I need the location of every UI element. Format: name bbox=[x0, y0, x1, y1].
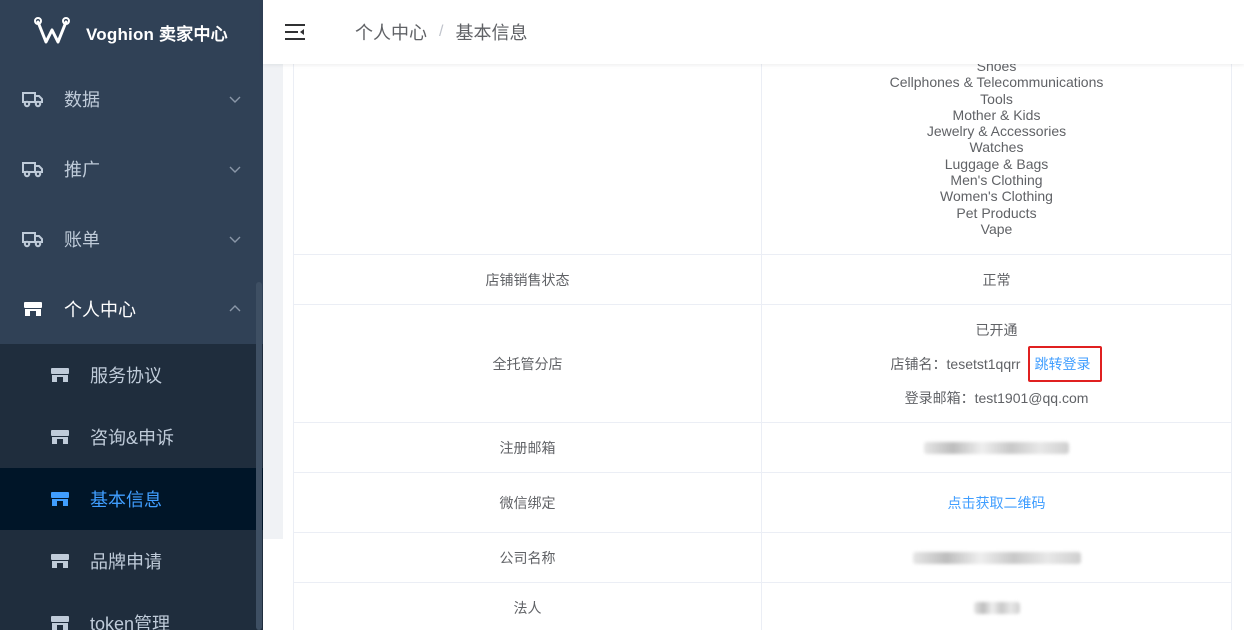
row-value: 点击获取二维码 bbox=[762, 473, 1231, 532]
store-icon bbox=[50, 490, 70, 508]
menu-item-billing[interactable]: 账单 bbox=[0, 204, 263, 274]
basic-info-table: Shoes Cellphones & Telecommunications To… bbox=[293, 64, 1232, 630]
get-qrcode-link[interactable]: 点击获取二维码 bbox=[948, 493, 1046, 513]
row-label bbox=[294, 64, 762, 254]
menu-fold-icon[interactable] bbox=[285, 23, 305, 41]
store-name-label: 店铺名： bbox=[890, 355, 947, 372]
store-name: tesetst1qqrr bbox=[946, 355, 1021, 372]
category-item: Women's Clothing bbox=[940, 188, 1053, 205]
store-name-line: 店铺名： tesetst1qqrr 跳转登录 bbox=[890, 345, 1103, 382]
table-row: 公司名称 bbox=[294, 533, 1231, 583]
table-row: Shoes Cellphones & Telecommunications To… bbox=[294, 64, 1231, 255]
store-icon bbox=[50, 428, 70, 446]
row-value bbox=[762, 583, 1231, 630]
login-email-line: 登录邮箱： test1901@qq.com bbox=[905, 388, 1089, 408]
sidebar-item-label: 服务协议 bbox=[90, 366, 162, 386]
redacted-value bbox=[973, 601, 1020, 614]
category-list: Shoes Cellphones & Telecommunications To… bbox=[890, 64, 1104, 237]
redacted-value bbox=[924, 441, 1069, 454]
row-label: 店铺销售状态 bbox=[294, 255, 762, 304]
content-gutter bbox=[263, 64, 283, 539]
chevron-down-icon bbox=[229, 236, 241, 243]
chevron-down-icon bbox=[229, 96, 241, 103]
row-label: 全托管分店 bbox=[294, 305, 762, 422]
store-icon bbox=[22, 300, 44, 318]
category-item: Shoes bbox=[976, 64, 1017, 74]
truck-icon bbox=[22, 230, 44, 248]
sidebar-item-basic-info[interactable]: 基本信息 bbox=[0, 468, 263, 530]
main-content: Shoes Cellphones & Telecommunications To… bbox=[263, 64, 1244, 630]
category-item: Vape bbox=[980, 220, 1013, 237]
jump-login-link[interactable]: 跳转登录 bbox=[1028, 345, 1103, 382]
chevron-up-icon bbox=[229, 305, 241, 312]
menu-item-label: 推广 bbox=[64, 160, 100, 180]
logo-text: Voghion 卖家中心 bbox=[86, 24, 228, 44]
voghion-logo-icon bbox=[34, 17, 70, 44]
table-row: 注册邮箱 bbox=[294, 423, 1231, 473]
row-label: 公司名称 bbox=[294, 533, 762, 582]
chevron-down-icon bbox=[229, 166, 241, 173]
table-row: 法人 bbox=[294, 583, 1231, 630]
row-label: 微信绑定 bbox=[294, 473, 762, 532]
sidebar-item-label: 品牌申请 bbox=[90, 552, 162, 572]
row-value bbox=[762, 423, 1231, 472]
table-row: 店铺销售状态 正常 bbox=[294, 255, 1231, 305]
logo[interactable]: Voghion 卖家中心 bbox=[0, 0, 263, 64]
row-value bbox=[762, 533, 1231, 582]
menu-item-data[interactable]: 数据 bbox=[0, 64, 263, 134]
sidebar-item-token-management[interactable]: token管理 bbox=[0, 592, 263, 630]
store-icon bbox=[50, 552, 70, 570]
breadcrumb-separator: / bbox=[439, 23, 444, 40]
breadcrumb-item[interactable]: 个人中心 bbox=[355, 19, 427, 45]
category-item: Luggage & Bags bbox=[944, 155, 1049, 172]
table-row: 微信绑定 点击获取二维码 bbox=[294, 473, 1231, 533]
menu-item-label: 数据 bbox=[64, 90, 100, 110]
menu-item-label: 账单 bbox=[64, 230, 100, 250]
row-value: 正常 bbox=[982, 271, 1011, 288]
table-row: 全托管分店 已开通 店铺名： tesetst1qqrr 跳转登录 登录邮箱： t… bbox=[294, 305, 1231, 423]
category-item: Jewelry & Accessories bbox=[926, 123, 1067, 140]
sidebar-item-brand-application[interactable]: 品牌申请 bbox=[0, 530, 263, 592]
category-item: Men's Clothing bbox=[950, 172, 1043, 189]
category-item: Watches bbox=[969, 139, 1024, 156]
category-item: Cellphones & Telecommunications bbox=[889, 74, 1104, 91]
sidebar-item-label: token管理 bbox=[90, 614, 171, 630]
login-email-label: 登录邮箱： bbox=[904, 389, 975, 406]
managed-store-cell: 已开通 店铺名： tesetst1qqrr 跳转登录 登录邮箱： test190… bbox=[762, 305, 1231, 422]
login-email: test1901@qq.com bbox=[974, 389, 1089, 406]
store-icon bbox=[50, 366, 70, 384]
category-item: Tools bbox=[980, 90, 1013, 107]
category-item: Pet Products bbox=[956, 204, 1037, 221]
sidebar-item-service-agreement[interactable]: 服务协议 bbox=[0, 344, 263, 406]
menu-item-promotion[interactable]: 推广 bbox=[0, 134, 263, 204]
row-label: 法人 bbox=[294, 583, 762, 630]
truck-icon bbox=[22, 160, 44, 178]
redacted-value bbox=[912, 551, 1081, 564]
sidebar-scrollbar[interactable] bbox=[256, 282, 262, 630]
truck-icon bbox=[22, 90, 44, 108]
row-label: 注册邮箱 bbox=[294, 423, 762, 472]
menu-item-label: 个人中心 bbox=[64, 300, 136, 320]
breadcrumb-current: 基本信息 bbox=[455, 23, 528, 43]
personal-center-submenu: 服务协议 咨询&申诉 基本信息 品牌申请 token管理 bbox=[0, 344, 263, 630]
top-header: 个人中心 / 基本信息 bbox=[263, 0, 1244, 64]
sidebar-item-label: 咨询&申诉 bbox=[90, 428, 175, 448]
category-item: Mother & Kids bbox=[952, 106, 1041, 123]
category-list-cell: Shoes Cellphones & Telecommunications To… bbox=[762, 64, 1231, 254]
managed-store-status: 已开通 bbox=[975, 321, 1018, 338]
store-icon bbox=[50, 614, 70, 630]
sidebar-item-inquiry-appeal[interactable]: 咨询&申诉 bbox=[0, 406, 263, 468]
sidebar-item-label: 基本信息 bbox=[90, 490, 162, 510]
menu-item-personal-center[interactable]: 个人中心 bbox=[0, 274, 263, 344]
sidebar: Voghion 卖家中心 数据 推广 账单 个人中心 服务协议 咨询&申诉 基本… bbox=[0, 0, 263, 630]
